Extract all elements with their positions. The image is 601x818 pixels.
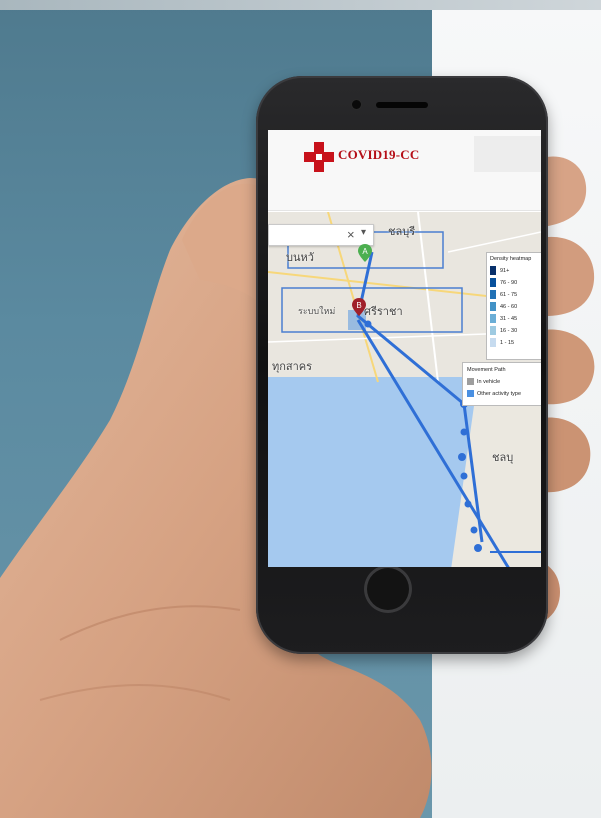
movement-legend-title: Movement Path	[467, 367, 506, 373]
place-label: ระบบใหม่	[298, 306, 336, 316]
start-marker-label: A	[362, 247, 368, 256]
legend-swatch	[490, 302, 496, 311]
phone-screen: COVID19-CC × ▾ ชลบุรี บนหวั ระบบใหม่ ศรี…	[268, 130, 541, 567]
legend-swatch	[490, 326, 496, 335]
red-cross-logo-icon	[304, 142, 334, 172]
place-label: ศรีราชา	[364, 306, 403, 318]
place-label: บนหวั	[286, 252, 314, 264]
density-legend-item: 31 - 45	[490, 314, 517, 323]
map-search-input[interactable]: × ▾	[268, 224, 374, 246]
clear-icon[interactable]: ×	[347, 227, 355, 242]
density-legend-item: 1 - 15	[490, 338, 514, 347]
movement-legend-item: Other activity type	[467, 390, 521, 397]
place-label: ชลบุรี	[388, 226, 416, 238]
place-label: ชลบุ	[492, 452, 514, 464]
legend-swatch	[467, 378, 474, 385]
legend-swatch	[490, 278, 496, 287]
dropdown-caret-icon[interactable]: ▾	[361, 227, 366, 238]
header-right-panel	[474, 136, 541, 172]
movement-legend-item: In vehicle	[467, 378, 500, 385]
app-title: COVID19-CC	[338, 147, 420, 162]
density-legend-item: 91+	[490, 266, 509, 275]
legend-swatch	[467, 390, 474, 397]
density-legend-item: 61 - 75	[490, 290, 517, 299]
speaker-grille	[376, 102, 428, 108]
density-heatmap-legend: Density heatmap 91+ 76 - 90 61 - 75 46 -…	[486, 252, 541, 360]
density-legend-item: 16 - 30	[490, 326, 517, 335]
density-legend-item: 46 - 60	[490, 302, 517, 311]
density-legend-item: 76 - 90	[490, 278, 517, 287]
start-marker-icon[interactable]: A	[358, 244, 372, 262]
map-view[interactable]: × ▾ ชลบุรี บนหวั ระบบใหม่ ศรีราชา ทุกสาค…	[268, 212, 541, 567]
app-header: COVID19-CC	[268, 130, 541, 211]
density-legend-title: Density heatmap	[490, 256, 532, 262]
movement-path-legend: Movement Path In vehicle Other activity …	[462, 362, 541, 406]
end-marker-label: B	[356, 301, 361, 310]
legend-swatch	[490, 338, 496, 347]
legend-swatch	[490, 266, 496, 275]
camera-icon	[352, 100, 361, 109]
legend-swatch	[490, 314, 496, 323]
place-label: ทุกสาคร	[272, 361, 313, 373]
home-button[interactable]	[364, 565, 412, 613]
legend-swatch	[490, 290, 496, 299]
end-marker-icon[interactable]: B	[352, 298, 366, 316]
